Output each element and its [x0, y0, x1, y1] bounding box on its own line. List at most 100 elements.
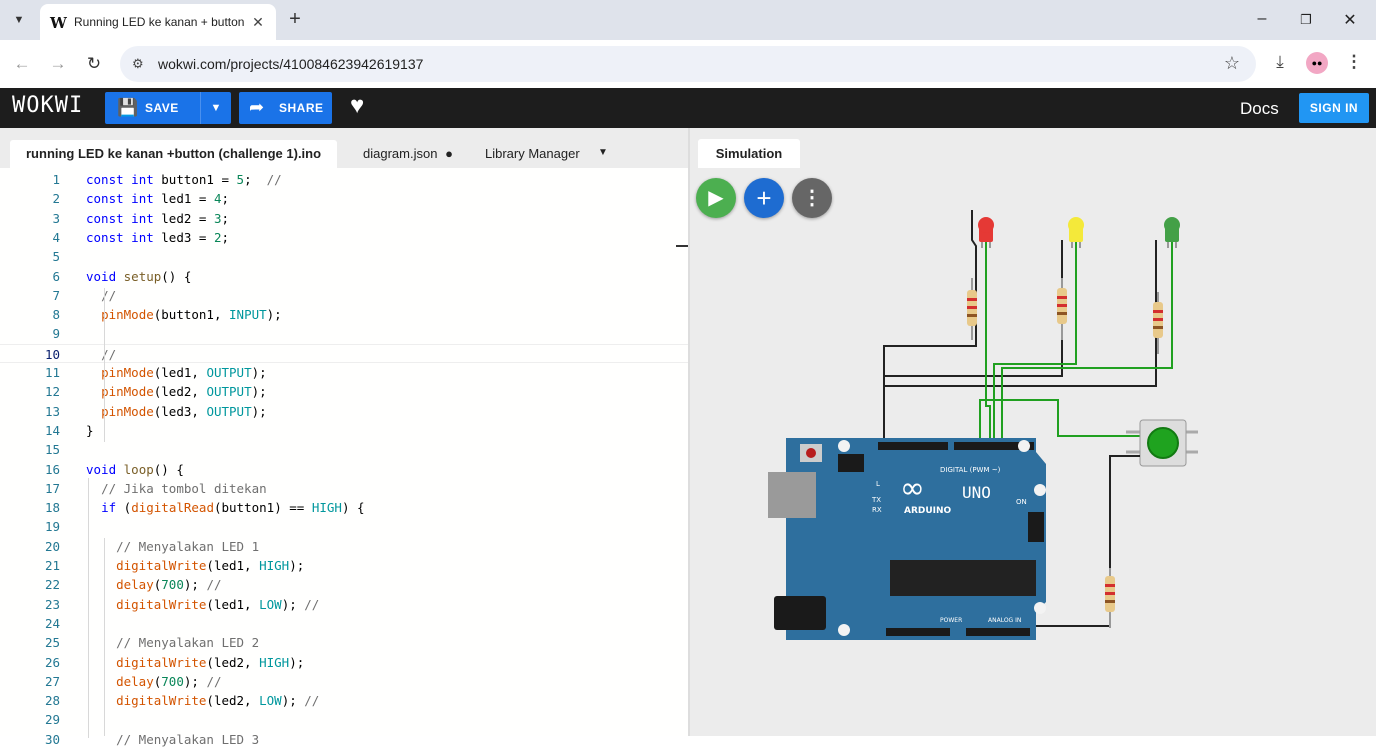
code-text[interactable]: const int button1 = 5; //	[86, 170, 282, 189]
code-line[interactable]: 17 // Jika tombol ditekan	[0, 479, 688, 498]
wire-green	[1001, 240, 1173, 450]
code-text[interactable]: pinMode(led1, OUTPUT);	[86, 363, 267, 382]
tabs-dropdown-icon[interactable]: ▼	[598, 147, 608, 158]
digital-label: DIGITAL (PWM ~)	[940, 466, 1001, 474]
code-line[interactable]: 3 const int led2 = 3;	[0, 209, 688, 228]
save-button[interactable]: 💾 SAVE ▼	[105, 92, 231, 124]
green-wires	[979, 240, 1173, 450]
omnibox[interactable]: ⚙ wokwi.com/projects/410084623942619137 …	[120, 46, 1256, 82]
code-line[interactable]: 16 void loop() {	[0, 460, 688, 479]
line-number: 28	[44, 693, 60, 709]
tab-library-manager[interactable]: Library Manager	[469, 140, 596, 168]
code-text[interactable]: // Menyalakan LED 2	[86, 633, 259, 652]
line-number: 2	[52, 191, 60, 207]
code-line[interactable]: 15	[0, 440, 688, 459]
tab-diagram-json[interactable]: diagram.json ●	[347, 140, 469, 168]
line-number: 25	[44, 635, 60, 651]
rx-label: RX	[872, 506, 882, 514]
arduino-label: ARDUINO	[904, 506, 952, 516]
code-text[interactable]: digitalWrite(led1, LOW); //	[86, 595, 319, 614]
code-text[interactable]: digitalWrite(led2, HIGH);	[86, 653, 304, 672]
code-line[interactable]: 2 const int led1 = 4;	[0, 189, 688, 208]
close-tab-icon[interactable]: ✕	[250, 14, 266, 31]
code-text[interactable]: const int led2 = 3;	[86, 209, 229, 228]
pushbutton	[1109, 419, 1198, 568]
forward-icon[interactable]: →	[46, 52, 70, 76]
download-icon[interactable]: ⤓	[1268, 52, 1292, 72]
site-info-icon[interactable]: ⚙	[132, 56, 144, 72]
save-label: SAVE	[145, 101, 179, 115]
code-line[interactable]: 19	[0, 517, 688, 536]
code-area[interactable]: 1 const int button1 = 5; // 2 const int led…	[0, 168, 688, 747]
wokwi-favicon-icon: W	[50, 14, 67, 32]
reload-icon[interactable]: ↻	[82, 52, 106, 76]
tab-list-icon[interactable]: ▼	[8, 9, 30, 31]
code-text[interactable]: void setup() {	[86, 267, 191, 286]
line-number: 17	[44, 480, 60, 496]
indent-guide	[104, 288, 105, 442]
scrollbar-marker	[676, 245, 688, 247]
line-number: 9	[52, 326, 60, 342]
resistor	[1057, 278, 1067, 340]
code-text[interactable]: digitalWrite(led1, HIGH);	[86, 556, 304, 575]
restore-icon[interactable]: ❐	[1296, 12, 1316, 28]
share-arrow-icon: ➦	[249, 97, 265, 117]
close-window-icon[interactable]: ✕	[1340, 10, 1360, 30]
uno-label: UNO	[962, 483, 991, 502]
line-number: 21	[44, 558, 60, 573]
line-number: 22	[44, 577, 60, 593]
wokwi-logo[interactable]: WOKWI	[12, 93, 83, 118]
browser-tab[interactable]: W Running LED ke kanan + button ✕	[40, 4, 276, 40]
menu-icon[interactable]: ⋮	[1342, 52, 1366, 72]
code-text[interactable]: delay(700); //	[86, 575, 221, 594]
line-number: 14	[44, 422, 60, 438]
code-line[interactable]: 1 const int button1 = 5; //	[0, 170, 688, 189]
code-text[interactable]: delay(700); //	[86, 672, 221, 691]
bookmark-star-icon[interactable]: ☆	[1224, 53, 1240, 74]
tab-library-label: Library Manager	[485, 146, 580, 161]
code-line[interactable]: 5	[0, 247, 688, 266]
indent-guide	[88, 478, 89, 738]
code-text[interactable]: const int led3 = 2;	[86, 228, 229, 247]
code-text[interactable]: const int led1 = 4;	[86, 189, 229, 208]
code-line[interactable]: 6 void setup() {	[0, 267, 688, 286]
line-number: 30	[44, 731, 60, 747]
tab-diagram-label: diagram.json	[363, 146, 438, 161]
code-text[interactable]: // Jika tombol ditekan	[86, 479, 267, 498]
code-text[interactable]: pinMode(led3, OUTPUT);	[86, 402, 267, 421]
code-text[interactable]: digitalWrite(led2, LOW); //	[86, 691, 319, 710]
code-line[interactable]: 18 if (digitalRead(button1) == HIGH) {	[0, 498, 688, 517]
heart-icon[interactable]: ♥	[350, 92, 364, 120]
code-text[interactable]: pinMode(button1, INPUT);	[86, 305, 282, 324]
docs-link[interactable]: Docs	[1240, 99, 1279, 119]
line-number: 15	[44, 442, 60, 458]
unsaved-dot-icon: ●	[445, 146, 453, 161]
profile-avatar[interactable]: ●●	[1306, 52, 1328, 74]
code-line[interactable]: 4 const int led3 = 2;	[0, 228, 688, 247]
back-icon[interactable]: ←	[10, 52, 34, 76]
line-number: 12	[44, 384, 60, 400]
code-text[interactable]: void loop() {	[86, 460, 184, 479]
new-tab-icon[interactable]: +	[284, 8, 306, 30]
code-text[interactable]: if (digitalRead(button1) == HIGH) {	[86, 498, 364, 517]
tab-title: Running LED ke kanan + button	[74, 15, 245, 29]
code-text[interactable]: pinMode(led2, OUTPUT);	[86, 382, 267, 401]
line-number: 3	[52, 210, 60, 226]
url-text[interactable]: wokwi.com/projects/410084623942619137	[158, 56, 423, 72]
code-text[interactable]: //	[86, 286, 116, 305]
sign-in-button[interactable]: SIGN IN	[1299, 93, 1369, 123]
code-text[interactable]: // Menyalakan LED 1	[86, 537, 259, 556]
line-number: 4	[52, 229, 60, 245]
line-number: 10	[44, 346, 60, 362]
code-text[interactable]: }	[86, 421, 94, 440]
tab-simulation[interactable]: Simulation	[698, 139, 800, 168]
minimize-icon[interactable]: –	[1252, 10, 1272, 28]
line-number: 18	[44, 500, 60, 516]
tab-sketch-file[interactable]: running LED ke kanan +button (challenge …	[10, 140, 338, 168]
code-editor-panel: running LED ke kanan +button (challenge …	[0, 128, 688, 747]
code-text[interactable]: //	[86, 345, 116, 364]
share-button[interactable]: ➦ SHARE	[239, 92, 332, 124]
code-text[interactable]: // Menyalakan LED 3	[86, 730, 259, 749]
save-dropdown-icon[interactable]: ▼	[200, 92, 231, 124]
simulation-canvas[interactable]: ▶ + ⋮ ∞ UNO ARDUINO ON L TX RX DIGITAL (…	[690, 168, 1376, 736]
